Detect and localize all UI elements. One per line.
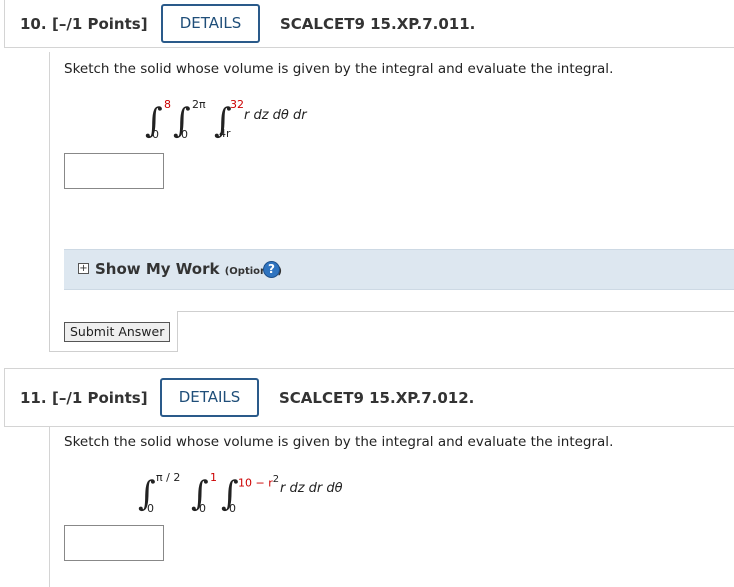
outer-lower-limit: 0 (147, 502, 154, 515)
question-10-number: 10. (20, 15, 47, 33)
inner-upper-constant: 10 − r (238, 476, 273, 490)
show-my-work-label[interactable]: Show My Work (Optional) (95, 260, 282, 278)
question-11-prompt: Sketch the solid whose volume is given b… (64, 434, 614, 450)
integrand: r dz dθ dr (244, 108, 307, 123)
inner-lower-limit: 0 (229, 502, 236, 515)
submit-answer-button[interactable]: Submit Answer (64, 322, 171, 342)
inner-upper-exponent: 2 (272, 474, 280, 485)
question-11-code: SCALCET9 15.XP.7.012. (279, 389, 475, 407)
question-11-details-button[interactable]: DETAILS (160, 378, 259, 417)
question-11-number: 11. (20, 389, 47, 407)
question-10-points: [–/1 Points] (52, 15, 148, 33)
question-10-prompt: Sketch the solid whose volume is given b… (64, 61, 614, 77)
question-10-answer-input[interactable] (64, 153, 164, 189)
question-11-points: [–/1 Points] (52, 389, 148, 407)
outer-upper-limit: 8 (164, 98, 171, 111)
question-10-code: SCALCET9 15.XP.7.011. (280, 15, 476, 33)
question-10-details-button[interactable]: DETAILS (161, 4, 260, 43)
middle-upper-limit: 1 (210, 471, 217, 484)
middle-lower-limit: 0 (181, 128, 188, 141)
submit-area-top-border (177, 311, 734, 312)
inner-lower-limit: 4r (219, 127, 231, 140)
outer-upper-limit: π / 2 (156, 471, 181, 484)
show-my-work-text: Show My Work (95, 260, 220, 278)
middle-upper-limit: 2π (192, 98, 206, 111)
question-10-body (49, 52, 50, 352)
inner-upper-limit: 10 − r2 (238, 474, 279, 490)
help-icon[interactable]: ? (263, 261, 280, 278)
question-11-answer-input[interactable] (64, 525, 164, 561)
middle-lower-limit: 0 (199, 502, 206, 515)
question-11-body (49, 427, 50, 587)
inner-upper-limit: 32 (230, 98, 244, 111)
integrand: r dz dr dθ (280, 481, 343, 496)
outer-lower-limit: 0 (152, 128, 159, 141)
expand-icon[interactable]: + (78, 263, 89, 274)
